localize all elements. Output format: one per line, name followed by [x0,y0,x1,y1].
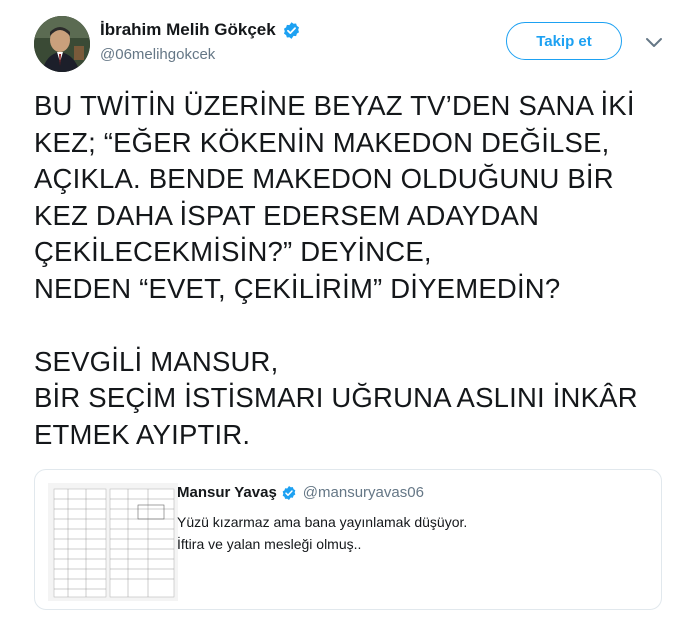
author-name-row: İbrahim Melih Gökçek [100,20,301,40]
tweet-line: KEZ DAHA İSPAT EDERSEM ADAYDAN [34,199,540,231]
document-scan-thumbnail [48,483,178,601]
tweet-line: AÇIKLA. BENDE MAKEDON OLDUĞUNU BİR [34,163,614,194]
author-handle[interactable]: @06melihgokcek [100,46,215,63]
tweet-line: ÇEKİLECEKMİSİN?” DEYİNCE, [34,236,432,267]
quoted-author-row: Mansur Yavaş @mansuryavas06 [177,484,424,501]
verified-badge-icon [282,21,301,40]
avatar[interactable] [34,16,90,72]
tweet-line: ETMEK AYIPTIR. [34,418,251,450]
tweet-line: SEVGİLİ MANSUR, [34,345,279,377]
verified-badge-icon [281,485,297,501]
quoted-tweet-card[interactable]: Mansur Yavaş @mansuryavas06 Yüzü kızarma… [34,469,662,610]
quoted-text-line: Yüzü kızarmaz ama bana yayınlamak düşüyo… [177,514,468,530]
author-display-name[interactable]: İbrahim Melih Gökçek [100,20,276,40]
quoted-tweet-text: Yüzü kızarmaz ama bana yayınlamak düşüyo… [177,511,647,555]
tweet-line: BİR SEÇİM İSTİSMARI UĞRUNA ASLINI İNKÂR [34,382,638,413]
follow-button[interactable]: Takip et [506,22,622,60]
tweet-line: KEZ; “EĞER KÖKENİN MAKEDON DEĞİLSE, [34,126,610,158]
quoted-author-name[interactable]: Mansur Yavaş [177,484,277,501]
quoted-author-handle[interactable]: @mansuryavas06 [303,484,424,501]
tweet-text: BU TWİTİN ÜZERİNE BEYAZ TV’DEN SANA İKİ … [34,88,674,453]
chevron-down-icon[interactable] [645,36,663,48]
avatar-photo [34,16,90,72]
tweet-line: NEDEN “EVET, ÇEKİLİRİM” DİYEMEDİN? [34,272,561,304]
quoted-text-line: İftira ve yalan mesleği olmuş.. [177,536,362,552]
tweet-line [34,307,674,344]
tweet-line: BU TWİTİN ÜZERİNE BEYAZ TV’DEN SANA İKİ [34,90,635,121]
